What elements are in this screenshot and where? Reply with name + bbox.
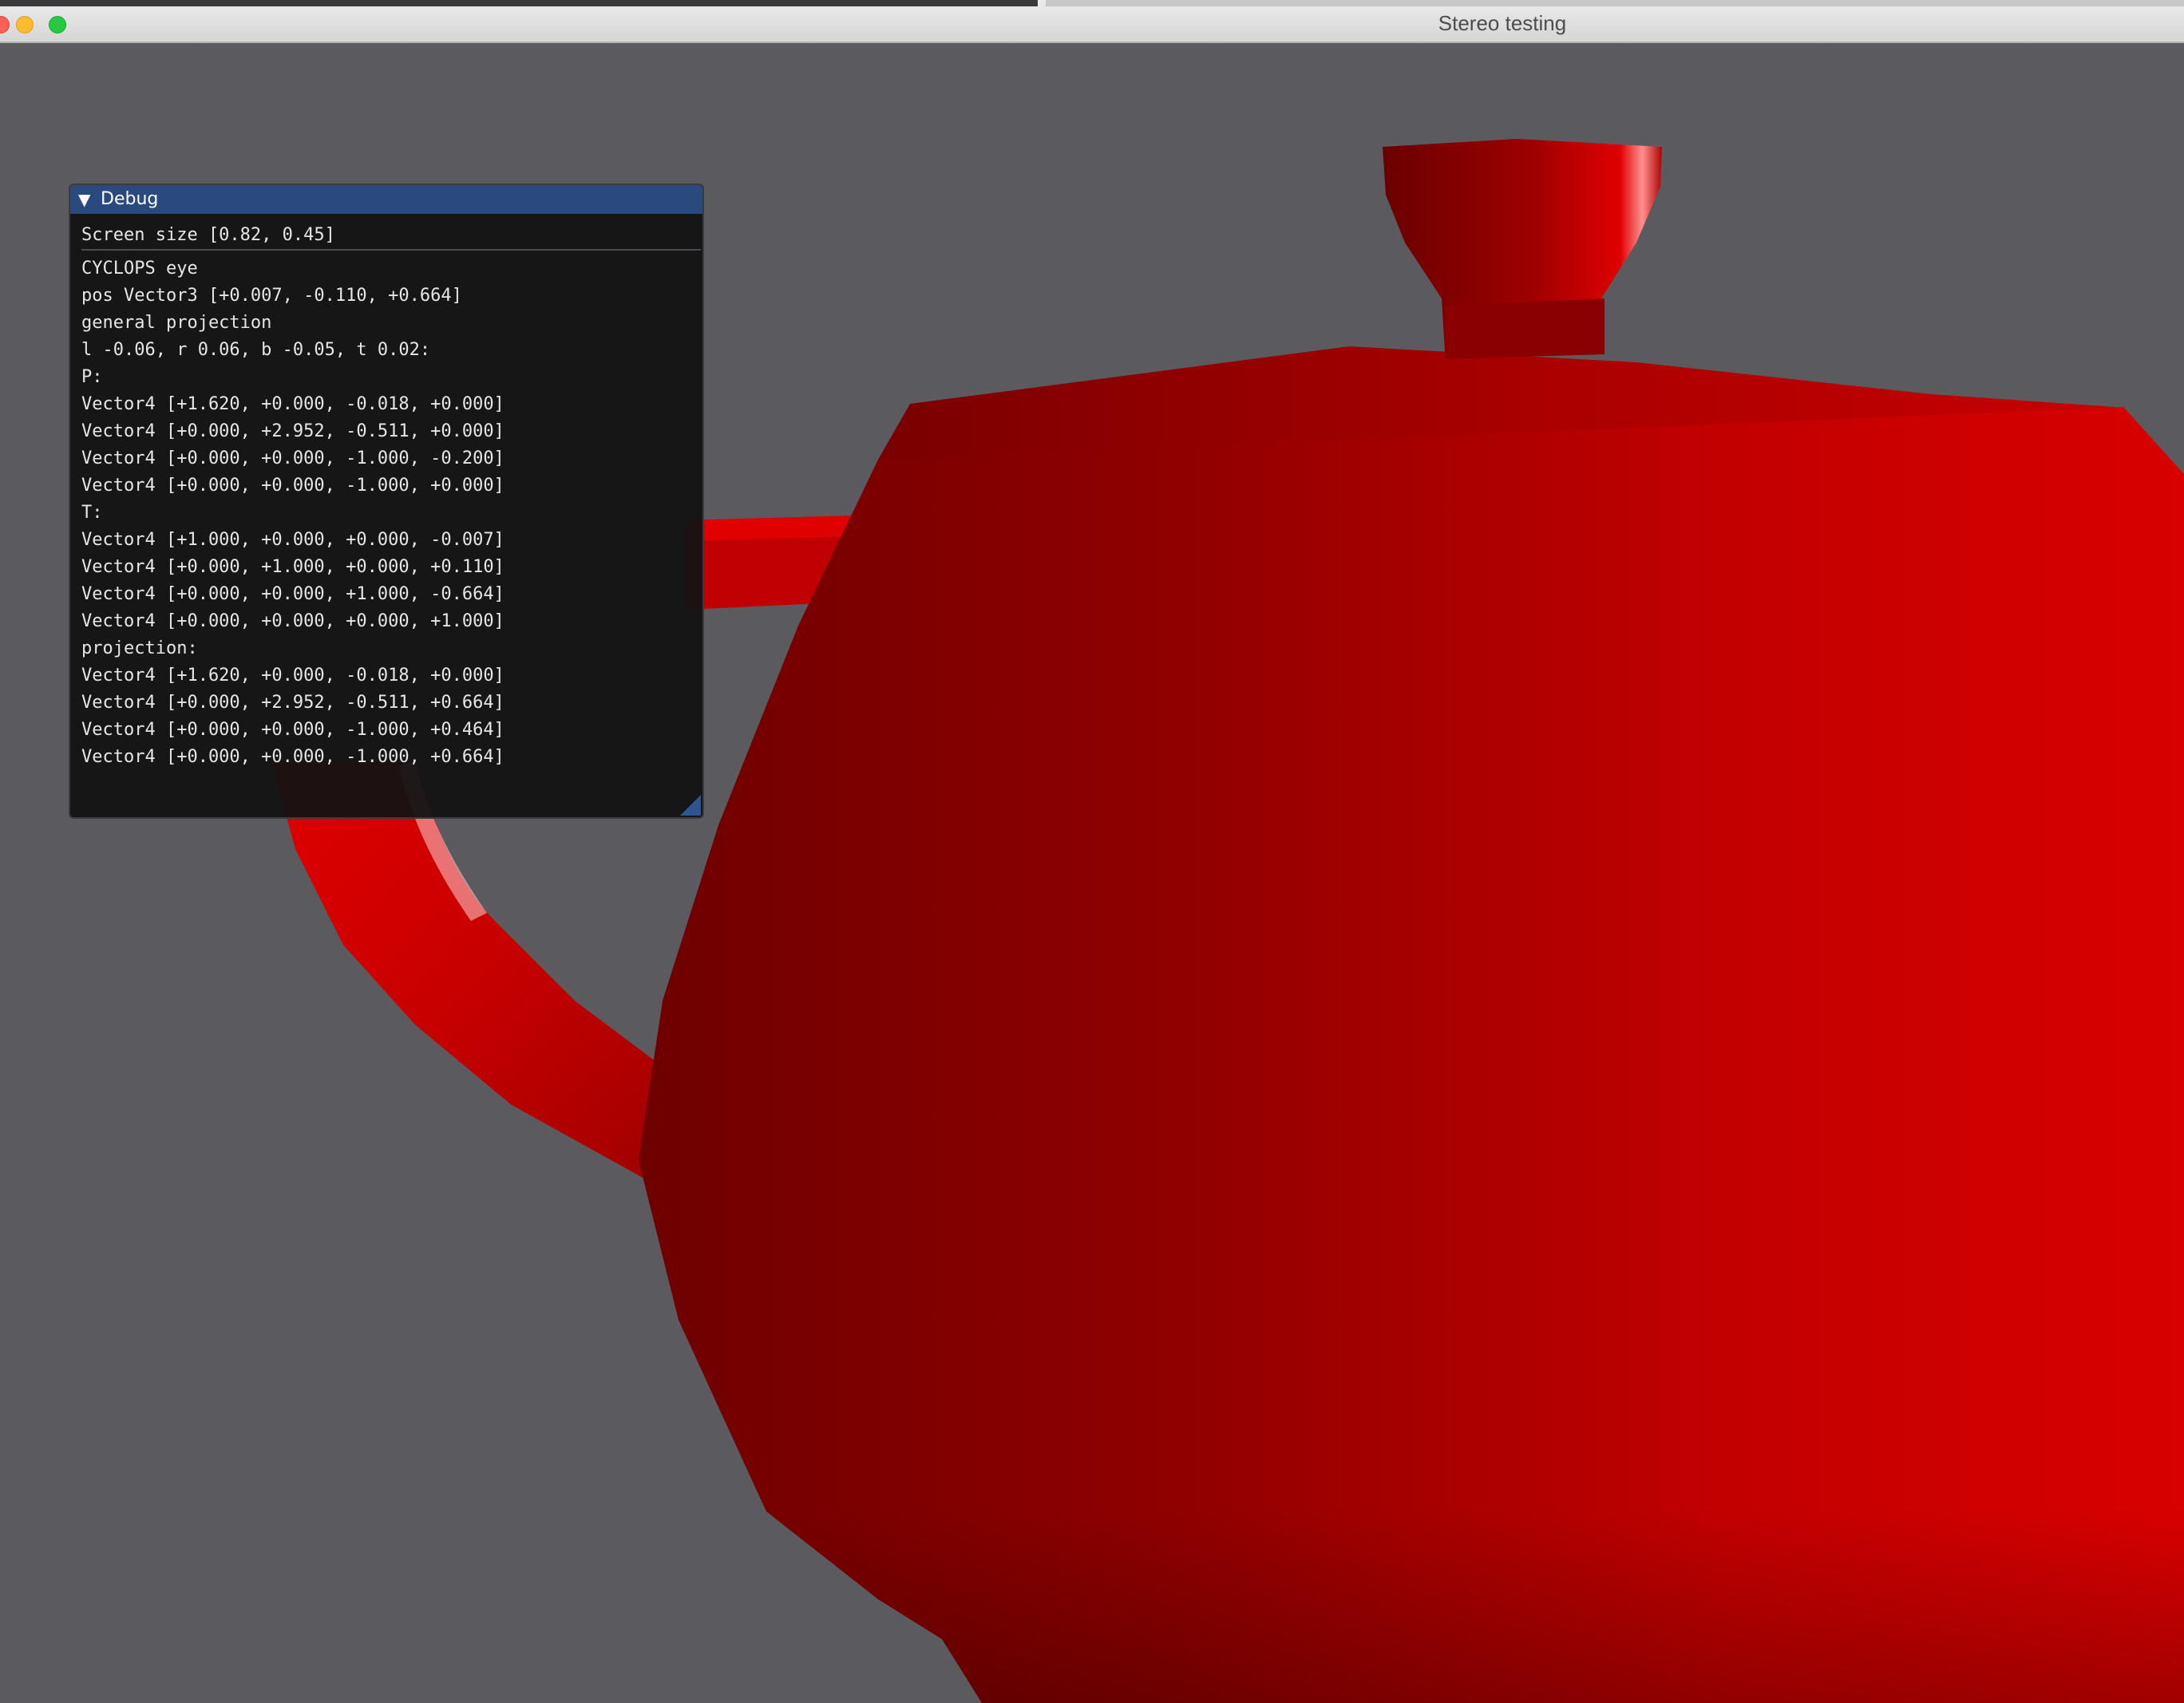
- debug-window-header[interactable]: ▼ Debug: [70, 185, 702, 214]
- resize-grip-icon[interactable]: [680, 795, 701, 816]
- window-title-container: Stereo testing: [0, 11, 2184, 36]
- separator: [81, 249, 701, 251]
- background-window-strip: [0, 0, 1038, 6]
- projection-row: Vector4 [+0.000, +2.952, -0.511, +0.664]: [81, 693, 504, 713]
- app-window: Stereo testing ▼ Debug Screen size [0.82…: [0, 0, 2184, 1703]
- projection-row: Vector4 [+0.000, +0.000, -1.000, +0.664]: [81, 747, 504, 767]
- background-window-strip-right: [1046, 0, 2184, 6]
- window-title: Stereo testing: [1438, 11, 1567, 35]
- collapse-arrow-icon[interactable]: ▼: [78, 185, 90, 214]
- matrix-p-row: Vector4 [+0.000, +2.952, -0.511, +0.000]: [81, 421, 504, 441]
- teapot-handle-loop: [271, 761, 671, 1184]
- projection-label: projection:: [81, 638, 198, 658]
- projection-row: Vector4 [+0.000, +0.000, -1.000, +0.464]: [81, 720, 504, 740]
- debug-window[interactable]: ▼ Debug Screen size [0.82, 0.45] CYCLOPS…: [69, 184, 704, 819]
- projection-row: Vector4 [+1.620, +0.000, -0.018, +0.000]: [81, 666, 504, 686]
- minimize-window-button[interactable]: [16, 16, 34, 34]
- matrix-t-row: Vector4 [+0.000, +0.000, +1.000, -0.664]: [81, 584, 504, 604]
- matrix-t-label: T:: [81, 503, 103, 523]
- projection-type: general projection: [81, 313, 272, 333]
- matrix-t-row: Vector4 [+0.000, +0.000, +0.000, +1.000]: [81, 611, 504, 631]
- matrix-t-row: Vector4 [+1.000, +0.000, +0.000, -0.007]: [81, 530, 504, 550]
- matrix-p-label: P:: [81, 367, 103, 387]
- eye-label: CYCLOPS eye: [81, 259, 198, 279]
- close-window-button[interactable]: [0, 16, 10, 34]
- matrix-p-row: Vector4 [+0.000, +0.000, -1.000, +0.000]: [81, 476, 504, 496]
- debug-window-body: Screen size [0.82, 0.45] CYCLOPS eye pos…: [81, 222, 701, 771]
- screen-size-text: Screen size [0.82, 0.45]: [81, 225, 335, 245]
- frustum-bounds: l -0.06, r 0.06, b -0.05, t 0.02:: [81, 340, 431, 360]
- debug-lines: CYCLOPS eye pos Vector3 [+0.007, -0.110,…: [81, 255, 688, 771]
- zoom-window-button[interactable]: [49, 16, 66, 34]
- 3d-viewport[interactable]: ▼ Debug Screen size [0.82, 0.45] CYCLOPS…: [0, 43, 2184, 1703]
- debug-window-title: Debug: [101, 189, 159, 209]
- eye-position: pos Vector3 [+0.007, -0.110, +0.664]: [81, 286, 462, 306]
- title-bar[interactable]: Stereo testing: [0, 0, 2184, 43]
- matrix-p-row: Vector4 [+0.000, +0.000, -1.000, -0.200]: [81, 448, 504, 468]
- matrix-t-row: Vector4 [+0.000, +1.000, +0.000, +0.110]: [81, 557, 504, 577]
- matrix-p-row: Vector4 [+1.620, +0.000, -0.018, +0.000]: [81, 394, 504, 414]
